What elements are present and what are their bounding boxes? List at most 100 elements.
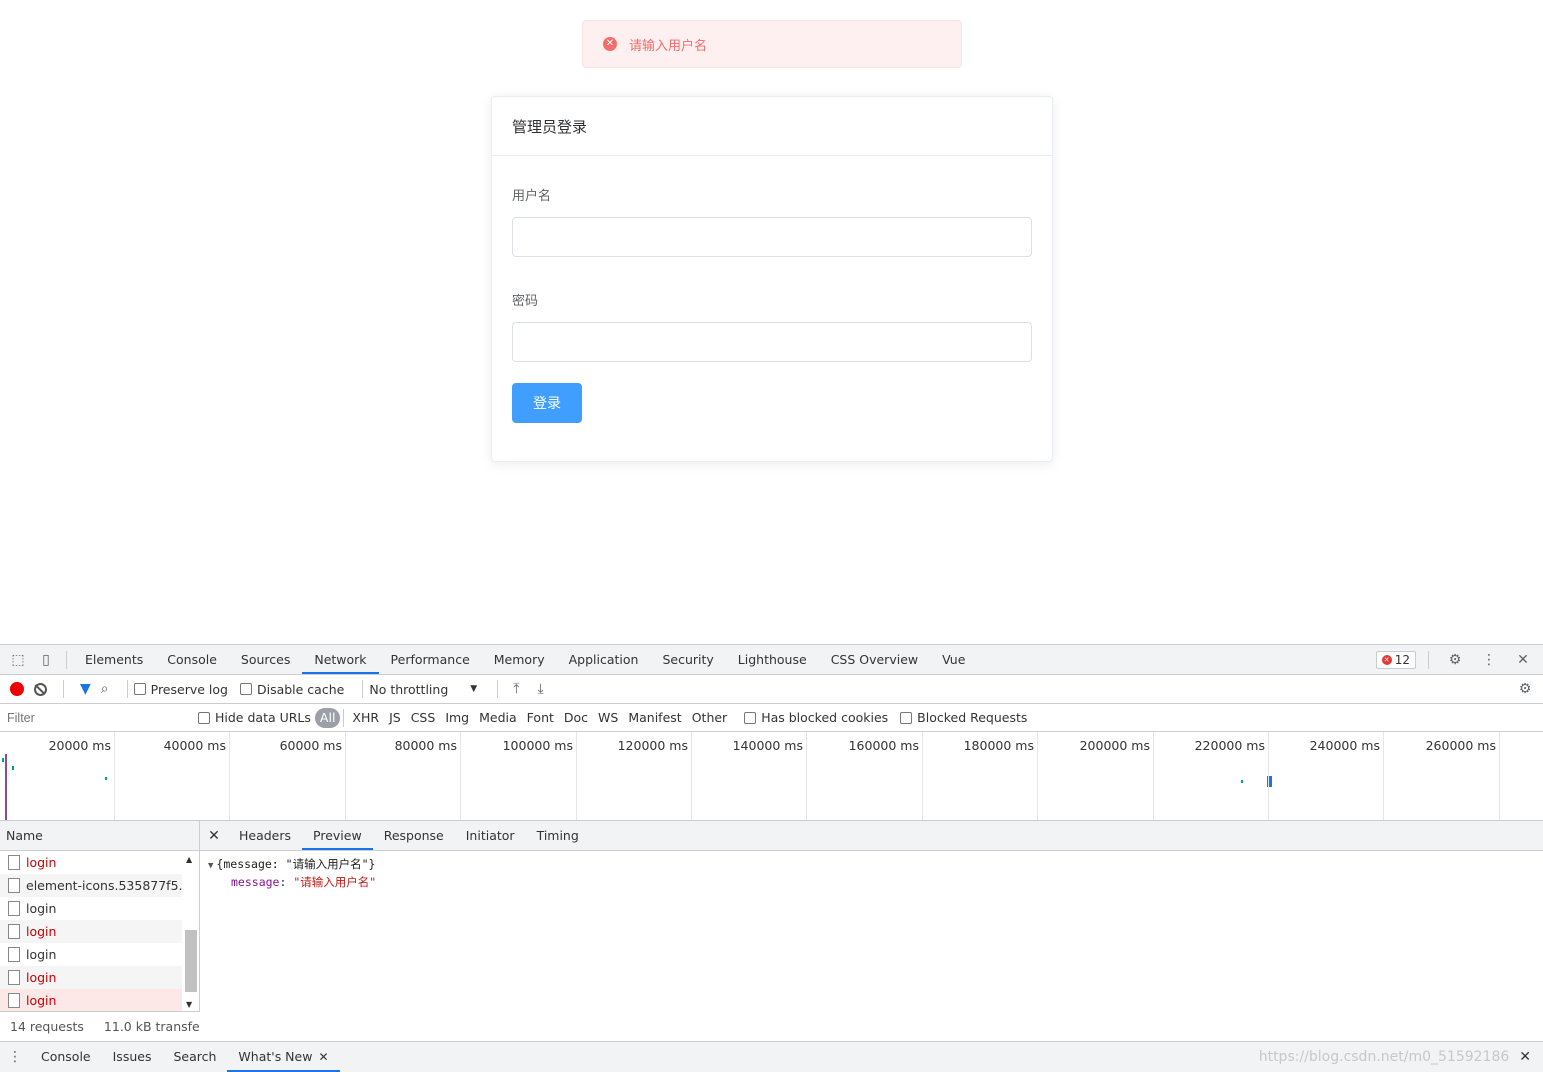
request-row[interactable]: login xyxy=(0,989,182,1012)
login-button[interactable]: 登录 xyxy=(512,383,582,423)
network-toolbar: ▼ ⌕ Preserve log Disable cache No thrott… xyxy=(0,675,1543,704)
request-row[interactable]: login xyxy=(0,851,182,874)
tab-console[interactable]: Console xyxy=(155,645,229,674)
detail-tab-timing[interactable]: Timing xyxy=(526,821,590,850)
type-filter-img[interactable]: Img xyxy=(440,708,474,728)
settings-gear-icon[interactable]: ⚙ xyxy=(1441,646,1469,674)
network-settings-gear-icon[interactable]: ⚙ xyxy=(1511,675,1539,703)
request-name: login xyxy=(26,855,57,870)
scroll-up-icon[interactable]: ▲ xyxy=(186,855,192,864)
request-row[interactable]: login xyxy=(0,920,182,943)
drawer-tab-issues[interactable]: Issues xyxy=(102,1042,163,1072)
tab-security[interactable]: Security xyxy=(650,645,725,674)
tab-elements[interactable]: Elements xyxy=(73,645,155,674)
hide-data-urls-checkbox[interactable]: Hide data URLs xyxy=(198,710,311,725)
timeline-bar xyxy=(2,758,4,762)
export-har-icon[interactable]: ⤓ xyxy=(537,681,543,697)
kebab-menu-icon[interactable]: ⋮ xyxy=(1475,646,1503,674)
timeline-tick-label: 100000 ms xyxy=(502,738,573,753)
timeline-bar xyxy=(105,777,107,780)
checkbox-icon[interactable] xyxy=(198,711,210,724)
checkbox-icon[interactable] xyxy=(133,683,146,695)
detail-tab-initiator[interactable]: Initiator xyxy=(455,821,526,850)
scroll-thumb[interactable] xyxy=(185,930,197,992)
device-toolbar-icon[interactable]: ▯ xyxy=(32,646,60,674)
preserve-log-checkbox[interactable]: Preserve log xyxy=(133,682,228,697)
drawer-tab-search[interactable]: Search xyxy=(162,1042,227,1072)
devtools-drawer: ⋮ Console Issues Search What's New ✕ http… xyxy=(0,1041,1543,1072)
expand-triangle-icon[interactable]: ▼ xyxy=(208,861,213,871)
scroll-down-icon[interactable]: ▼ xyxy=(186,1000,192,1009)
drawer-tab-console[interactable]: Console xyxy=(30,1042,102,1072)
drawer-tab-whats-new[interactable]: What's New ✕ xyxy=(227,1042,340,1072)
type-filter-other[interactable]: Other xyxy=(687,708,733,728)
name-column-header[interactable]: Name xyxy=(0,821,199,851)
type-filter-doc[interactable]: Doc xyxy=(559,708,593,728)
detail-tab-preview[interactable]: Preview xyxy=(302,821,373,850)
blocked-requests-checkbox[interactable]: Blocked Requests xyxy=(900,710,1027,725)
error-toast: ✕ 请输入用户名 xyxy=(582,20,962,68)
clear-icon[interactable] xyxy=(34,682,47,696)
username-input[interactable] xyxy=(512,217,1032,257)
network-overview-timeline[interactable]: 20000 ms 40000 ms 60000 ms 80000 ms 100000 m… xyxy=(0,732,1543,821)
detail-tab-headers[interactable]: Headers xyxy=(228,821,302,850)
disable-cache-checkbox[interactable]: Disable cache xyxy=(239,682,344,697)
inspect-element-icon[interactable]: ⬚ xyxy=(4,646,32,674)
close-detail-icon[interactable]: ✕ xyxy=(200,828,228,844)
username-label: 用户名 xyxy=(512,189,552,204)
timeline-tick-label: 220000 ms xyxy=(1194,738,1265,753)
dropdown-arrow-icon: ▼ xyxy=(470,684,478,694)
filter-icon[interactable]: ▼ xyxy=(80,681,91,697)
type-filter-manifest[interactable]: Manifest xyxy=(623,708,686,728)
checkbox-icon[interactable] xyxy=(900,711,913,724)
page-viewport: ✕ 请输入用户名 管理员登录 用户名 密码 登录 xyxy=(0,0,1543,644)
has-blocked-cookies-checkbox[interactable]: Has blocked cookies xyxy=(744,710,888,725)
throttling-select[interactable]: No throttling ▼ xyxy=(369,682,477,697)
type-filter-media[interactable]: Media xyxy=(474,708,522,728)
type-filter-ws[interactable]: WS xyxy=(593,708,623,728)
file-icon xyxy=(8,993,20,1008)
timeline-gridline xyxy=(922,732,923,820)
error-count: 12 xyxy=(1394,653,1410,667)
tab-performance[interactable]: Performance xyxy=(379,645,482,674)
close-drawer-icon[interactable]: ✕ xyxy=(1519,1049,1531,1065)
password-input[interactable] xyxy=(512,322,1032,362)
tab-css-overview[interactable]: CSS Overview xyxy=(819,645,930,674)
import-har-icon[interactable]: ⤒ xyxy=(513,681,519,697)
timeline-tick-label: 160000 ms xyxy=(848,738,919,753)
request-list: Name login element-icons.535877f5.w... log… xyxy=(0,821,200,1040)
timeline-tick-label: 140000 ms xyxy=(732,738,803,753)
type-filter-all[interactable]: All xyxy=(314,707,341,728)
tab-sources[interactable]: Sources xyxy=(229,645,302,674)
checkbox-icon[interactable] xyxy=(239,683,252,695)
tab-lighthouse[interactable]: Lighthouse xyxy=(726,645,819,674)
type-filter-css[interactable]: CSS xyxy=(406,708,441,728)
json-root-node[interactable]: ▼ {message: "请输入用户名"} xyxy=(208,856,1535,872)
timeline-tick-label: 240000 ms xyxy=(1309,738,1380,753)
record-icon[interactable] xyxy=(10,682,24,696)
request-row[interactable]: login xyxy=(0,966,182,989)
tab-vue[interactable]: Vue xyxy=(930,645,977,674)
filter-input[interactable] xyxy=(2,706,184,729)
timeline-tick-label: 200000 ms xyxy=(1079,738,1150,753)
request-row[interactable]: login xyxy=(0,943,182,966)
type-filter-js[interactable]: JS xyxy=(384,708,406,728)
timeline-gridline xyxy=(345,732,346,820)
type-filter-font[interactable]: Font xyxy=(522,708,559,728)
checkbox-icon[interactable] xyxy=(744,711,757,724)
timeline-gridline xyxy=(691,732,692,820)
search-icon[interactable]: ⌕ xyxy=(101,681,109,697)
tab-memory[interactable]: Memory xyxy=(482,645,557,674)
close-tab-icon[interactable]: ✕ xyxy=(318,1050,328,1064)
detail-tab-response[interactable]: Response xyxy=(373,821,455,850)
tab-network[interactable]: Network xyxy=(302,645,379,674)
request-list-scrollbar[interactable]: ▲ ▼ xyxy=(184,852,197,1009)
drawer-menu-icon[interactable]: ⋮ xyxy=(0,1049,30,1065)
request-row[interactable]: element-icons.535877f5.w... xyxy=(0,874,182,897)
type-filter-xhr[interactable]: XHR xyxy=(347,708,384,728)
close-devtools-icon[interactable]: ✕ xyxy=(1509,646,1537,674)
request-detail-pane: ✕ Headers Preview Response Initiator Tim… xyxy=(200,821,1543,1040)
error-count-badge[interactable]: ✕ 12 xyxy=(1375,651,1416,669)
request-row[interactable]: login xyxy=(0,897,182,920)
tab-application[interactable]: Application xyxy=(557,645,651,674)
